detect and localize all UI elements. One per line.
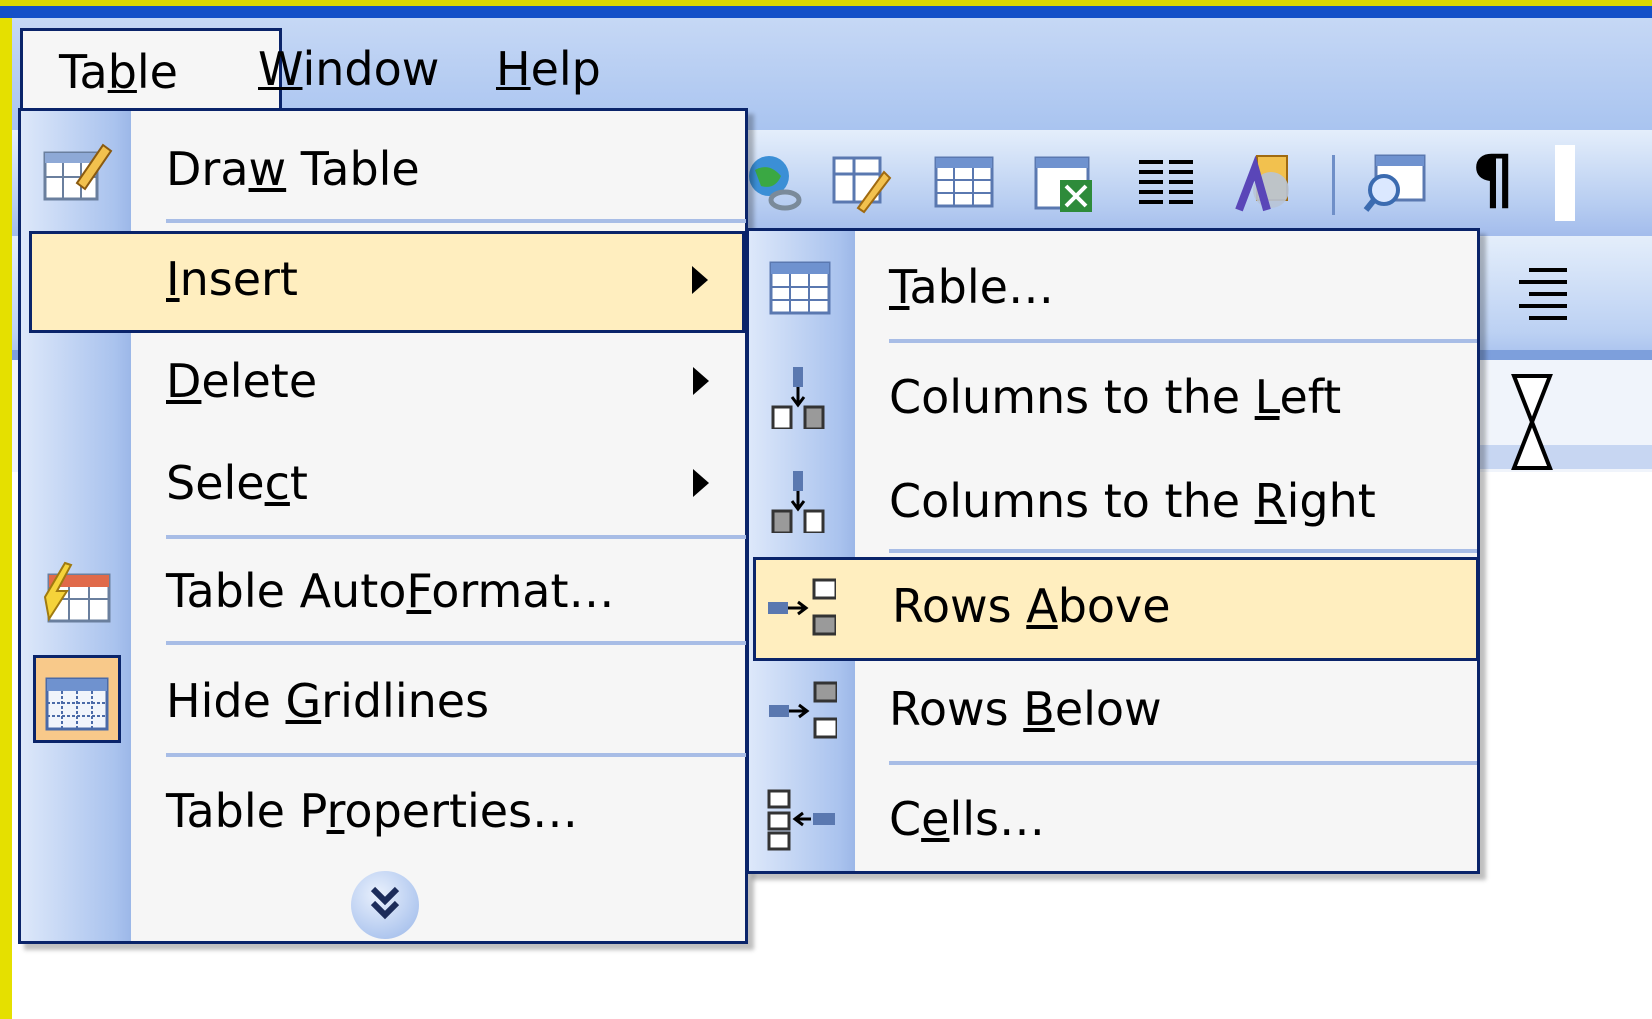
menu-help[interactable]: Help [460,28,637,110]
autoformat-icon [43,561,111,623]
ruler-band [1480,445,1652,469]
document-map-icon[interactable] [1362,150,1428,216]
draw-table-icon [43,143,113,201]
menu-window[interactable]: Window [222,28,475,110]
submenu-item-rows-above[interactable]: Rows Above [753,557,1479,661]
menu-item-hide-gridlines[interactable]: Hide Gridlines [21,647,745,755]
expand-chevron-button[interactable] [351,871,419,939]
pilcrow-icon[interactable]: ¶ [1472,140,1532,220]
menu-item-select[interactable]: Select [21,431,745,535]
menu-separator [166,219,746,223]
menu-item-table-autoformat[interactable]: Table AutoFormat… [21,539,745,643]
drawing-icon[interactable] [1233,150,1299,216]
insert-submenu: Table… Columns to the Left Columns to th… [746,228,1480,874]
submenu-item-rows-below[interactable]: Rows Below [749,657,1477,761]
insert-table-icon[interactable] [930,150,996,216]
insert-columns-right-icon [771,471,825,533]
expand-chevron-icon [370,886,400,920]
submenu-arrow-icon [692,266,708,294]
menu-item-insert[interactable]: Insert [29,231,745,333]
toolbar-field-edge [1555,145,1575,221]
submenu-arrow-icon [693,469,709,497]
title-bar-strip [0,6,1652,18]
submenu-item-columns-right[interactable]: Columns to the Right [749,449,1477,553]
table-menu-dropdown: Draw Table Insert Delete Select Table Au… [18,108,748,944]
submenu-separator [889,761,1477,765]
menu-item-draw-table[interactable]: Draw Table [21,117,745,221]
table-icon [769,261,831,315]
insert-rows-below-icon [769,681,837,739]
submenu-item-table[interactable]: Table… [749,235,1477,339]
window-left-edge [0,0,12,1019]
columns-icon[interactable] [1133,150,1199,216]
align-right-icon[interactable] [1515,262,1567,332]
submenu-item-cells[interactable]: Cells… [749,767,1477,871]
insert-columns-left-icon [771,367,825,429]
globe-link-icon[interactable] [745,150,811,216]
menu-separator [166,753,746,757]
submenu-arrow-icon [693,367,709,395]
submenu-item-columns-left[interactable]: Columns to the Left [749,345,1477,449]
insert-cells-icon [767,789,835,851]
toolbar-separator [1332,155,1335,215]
insert-rows-above-icon [768,578,836,636]
submenu-separator [889,339,1477,343]
menu-item-delete[interactable]: Delete [21,329,745,433]
insert-excel-icon[interactable] [1030,150,1096,216]
gridlines-icon [45,677,109,731]
submenu-separator [889,549,1477,553]
draw-table-icon[interactable] [828,150,894,216]
menu-item-table-properties[interactable]: Table Properties… [21,759,745,863]
hourglass-icon [1511,374,1553,470]
menu-separator [166,641,746,645]
